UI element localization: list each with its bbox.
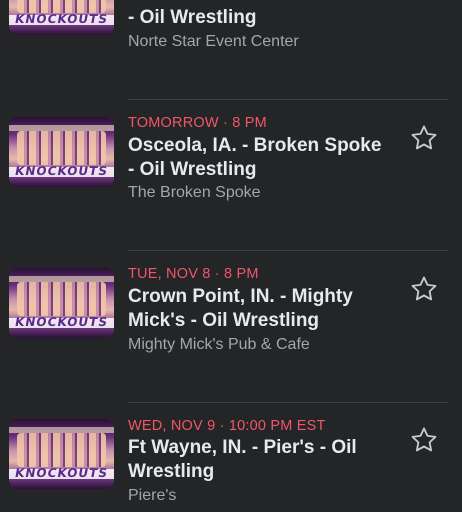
event-thumbnail-logo: KNOCKOUTS xyxy=(13,315,110,329)
event-date: WED, NOV 9 · 10:00 PM EST xyxy=(128,418,326,434)
event-title[interactable]: - Oil Wrestling xyxy=(128,6,393,30)
event-venue[interactable]: Norte Star Event Center xyxy=(128,33,299,51)
divider xyxy=(128,250,448,251)
event-title[interactable]: Crown Point, IN. - Mighty Mick's - Oil W… xyxy=(128,285,393,333)
event-venue[interactable]: The Broken Spoke xyxy=(128,184,261,202)
star-icon[interactable] xyxy=(409,123,439,153)
star-icon[interactable] xyxy=(409,274,439,304)
event-thumbnail[interactable]: KNOCKOUTS xyxy=(9,0,114,35)
event-thumbnail-logo: KNOCKOUTS xyxy=(13,164,110,178)
event-thumbnail[interactable]: KNOCKOUTS xyxy=(9,268,114,338)
event-title[interactable]: Osceola, IA. - Broken Spoke - Oil Wrestl… xyxy=(128,134,393,182)
event-title[interactable]: Ft Wayne, IN. - Pier's - Oil Wrestling xyxy=(128,436,393,484)
event-thumbnail[interactable]: KNOCKOUTS xyxy=(9,419,114,489)
star-icon[interactable] xyxy=(409,425,439,455)
event-thumbnail-logo: KNOCKOUTS xyxy=(13,466,110,480)
event-thumbnail[interactable]: KNOCKOUTS xyxy=(9,117,114,187)
event-venue[interactable]: Piere's xyxy=(128,487,176,505)
event-date: TOMORROW · 8 PM xyxy=(128,115,267,131)
event-date: TUE, NOV 8 · 8 PM xyxy=(128,266,259,282)
divider xyxy=(128,99,448,100)
divider xyxy=(128,402,448,403)
event-venue[interactable]: Mighty Mick's Pub & Cafe xyxy=(128,336,310,354)
event-thumbnail-logo: KNOCKOUTS xyxy=(13,12,110,26)
